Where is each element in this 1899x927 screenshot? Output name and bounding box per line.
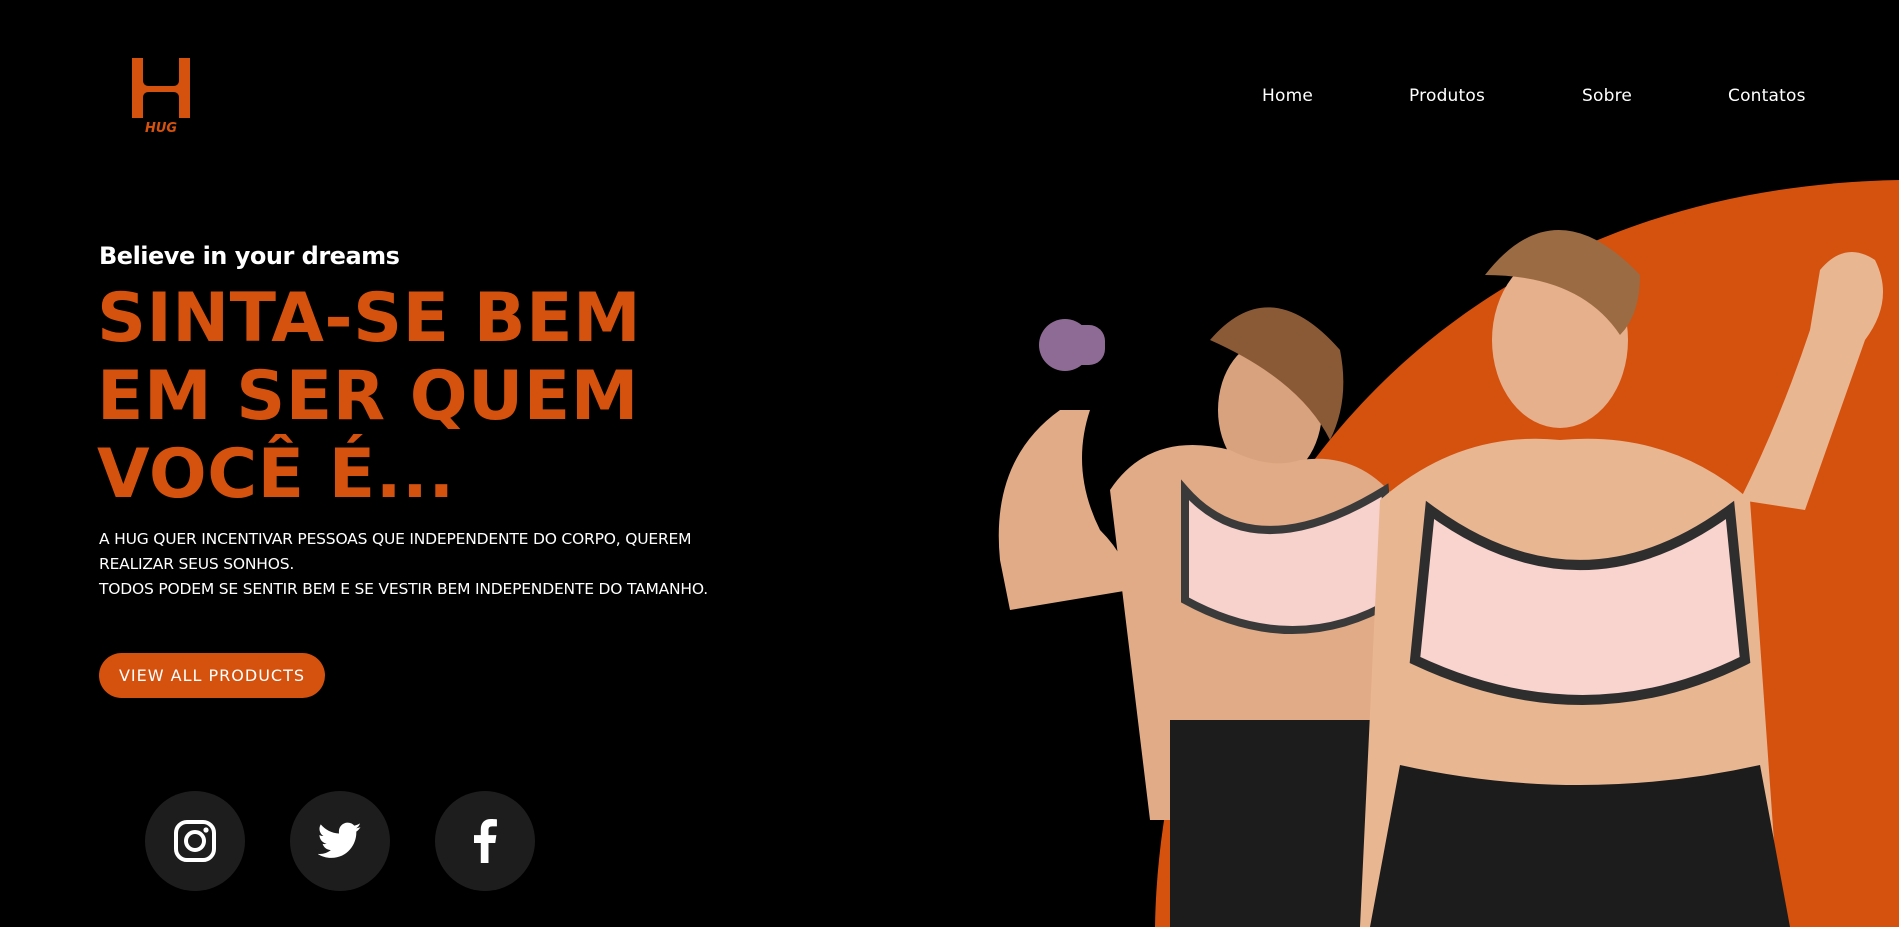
hero-tagline: Believe in your dreams (99, 242, 400, 270)
instagram-button[interactable] (145, 791, 245, 891)
main-nav: Home Produtos Sobre Contatos (0, 86, 1899, 110)
hero-description: A HUG QUER INCENTIVAR PESSOAS QUE INDEPE… (99, 527, 739, 602)
nav-produtos[interactable]: Produtos (1409, 86, 1485, 106)
description-line-3: TODOS PODEM SE SENTIR BEM E SE VESTIR BE… (99, 580, 708, 598)
hero-image (960, 180, 1899, 927)
twitter-icon (318, 822, 362, 858)
description-line-1: A HUG QUER INCENTIVAR PESSOAS QUE INDEPE… (99, 530, 692, 548)
facebook-button[interactable] (435, 791, 535, 891)
models-illustration (998, 180, 1899, 927)
description-line-2: REALIZAR SEUS SONHOS. (99, 555, 295, 573)
nav-sobre[interactable]: Sobre (1582, 86, 1632, 106)
headline-line-1: SINTA-SE BEM (97, 279, 642, 358)
twitter-button[interactable] (290, 791, 390, 891)
nav-home[interactable]: Home (1262, 86, 1313, 106)
headline-line-2: EM SER QUEM (97, 357, 639, 436)
nav-contatos[interactable]: Contatos (1728, 86, 1806, 106)
logo-text: HUG (145, 121, 177, 136)
instagram-icon (174, 820, 216, 862)
headline-line-3: VOCÊ É... (97, 435, 455, 514)
hero-headline: SINTA-SE BEM EM SER QUEM VOCÊ É... (97, 280, 737, 514)
facebook-icon (474, 819, 497, 863)
view-all-products-button[interactable]: VIEW ALL PRODUCTS (99, 653, 325, 698)
